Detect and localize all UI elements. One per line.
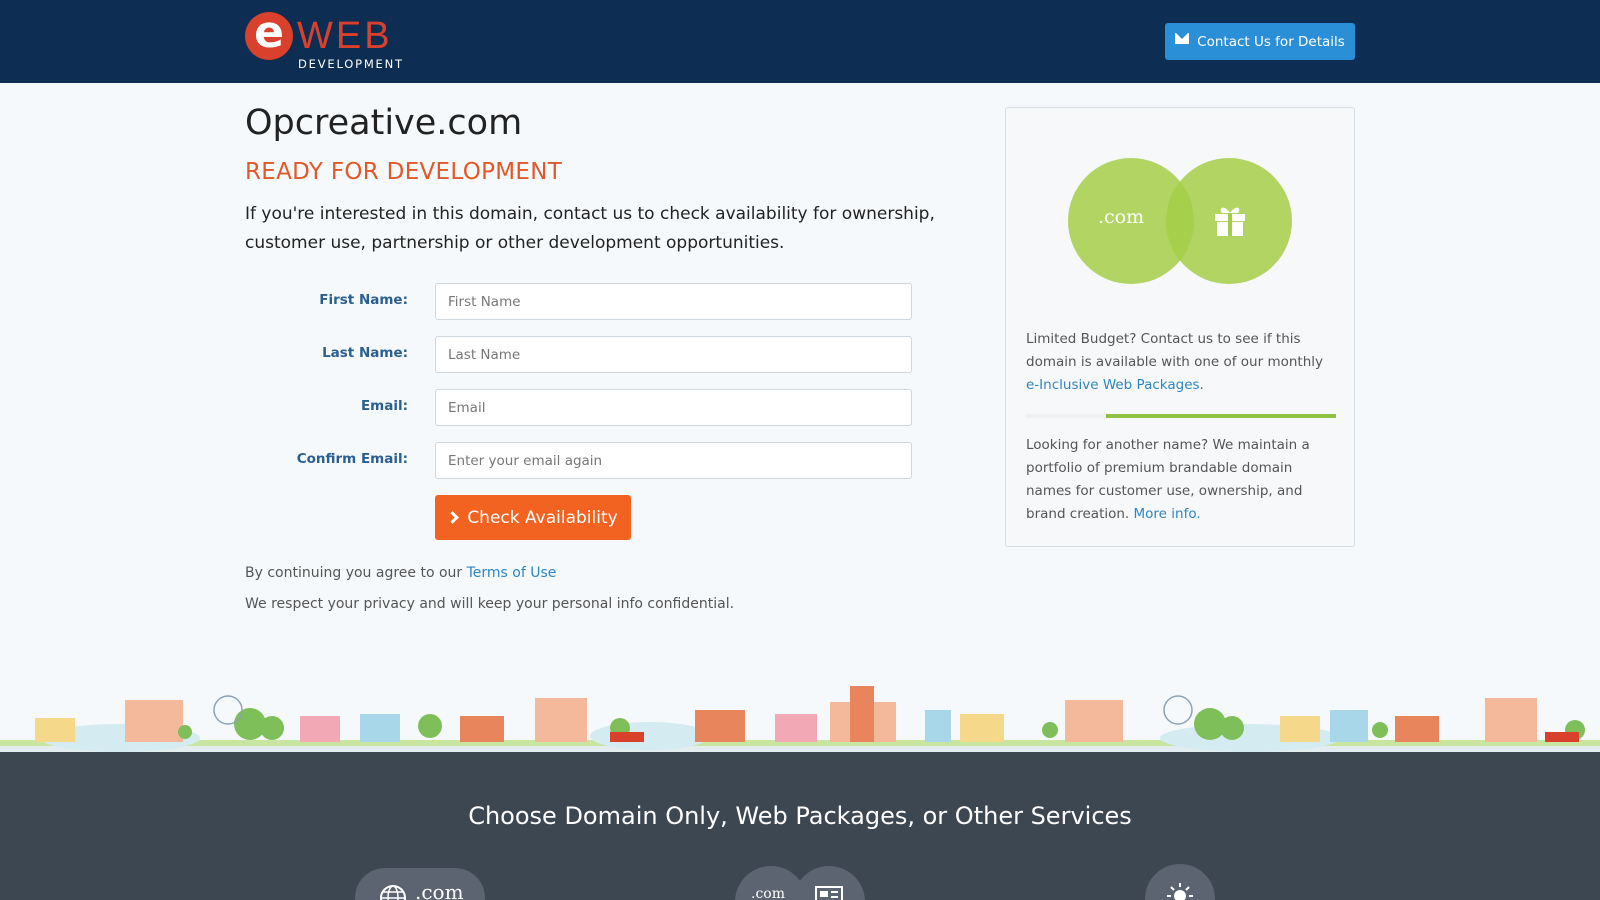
chevron-right-icon <box>446 511 460 524</box>
divider-accent <box>1106 414 1336 418</box>
gift-icon <box>1215 207 1245 236</box>
domain-only-option[interactable]: .com <box>355 868 485 900</box>
contact-us-label: Contact Us for Details <box>1197 33 1345 50</box>
first-name-input[interactable] <box>435 283 912 320</box>
domain-only-label: .com <box>415 880 464 900</box>
confirm-email-row: Confirm Email: <box>245 442 915 479</box>
envelope-icon <box>1175 33 1190 44</box>
last-name-row: Last Name: <box>245 336 915 373</box>
info-sidebar-card: .com Limited Budget? Contact us to see i… <box>1005 107 1355 547</box>
domain-title: Opcreative.com <box>245 103 523 143</box>
web-packages-option[interactable]: .com <box>735 866 865 900</box>
package-icon <box>815 886 843 900</box>
check-availability-label: Check Availability <box>467 507 618 528</box>
more-info-link[interactable]: More info. <box>1134 506 1201 522</box>
email-row: Email: <box>245 389 915 426</box>
lightbulb-icon <box>1167 883 1193 900</box>
city-skyline-illustration <box>0 686 1600 752</box>
intro-text: If you're interested in this domain, con… <box>245 204 935 253</box>
confirm-email-input[interactable] <box>435 442 912 479</box>
check-availability-button[interactable]: Check Availability <box>435 495 631 540</box>
domain-gift-graphic: .com <box>1068 158 1292 284</box>
email-label: Email: <box>360 398 408 414</box>
portfolio-text: Looking for another name? We maintain a … <box>1026 434 1336 526</box>
top-navbar: e WEB DEVELOPMENT Contact Us for Details <box>0 0 1600 83</box>
web-packages-label: .com <box>751 886 785 900</box>
last-name-input[interactable] <box>435 336 912 373</box>
services-heading: Choose Domain Only, Web Packages, or Oth… <box>468 802 1132 830</box>
terms-of-use-link[interactable]: Terms of Use <box>467 565 557 581</box>
web-packages-link[interactable]: e-Inclusive Web Packages <box>1026 377 1200 393</box>
email-input[interactable] <box>435 389 912 426</box>
logo-e-mark: e <box>245 11 293 60</box>
logo-subtext: DEVELOPMENT <box>298 57 404 71</box>
contact-us-button[interactable]: Contact Us for Details <box>1165 23 1355 60</box>
section-divider <box>1026 414 1336 418</box>
logo-wordmark: WEB <box>297 15 393 57</box>
status-heading: READY FOR DEVELOPMENT <box>245 159 563 185</box>
dotcom-label: .com <box>1098 206 1145 228</box>
budget-text: Limited Budget? Contact us to see if thi… <box>1026 328 1336 397</box>
budget-text-body: Limited Budget? Contact us to see if thi… <box>1026 331 1324 370</box>
eweb-logo[interactable]: e WEB DEVELOPMENT <box>245 11 425 74</box>
privacy-notice: We respect your privacy and will keep yo… <box>245 596 735 612</box>
globe-icon <box>380 885 406 900</box>
last-name-label: Last Name: <box>322 345 408 361</box>
terms-prefix: By continuing you agree to our <box>245 565 467 581</box>
confirm-email-label: Confirm Email: <box>296 451 408 467</box>
first-name-label: First Name: <box>319 292 408 308</box>
first-name-row: First Name: <box>245 283 915 320</box>
budget-text-end: . <box>1199 377 1204 393</box>
terms-notice: By continuing you agree to our Terms of … <box>245 565 556 581</box>
